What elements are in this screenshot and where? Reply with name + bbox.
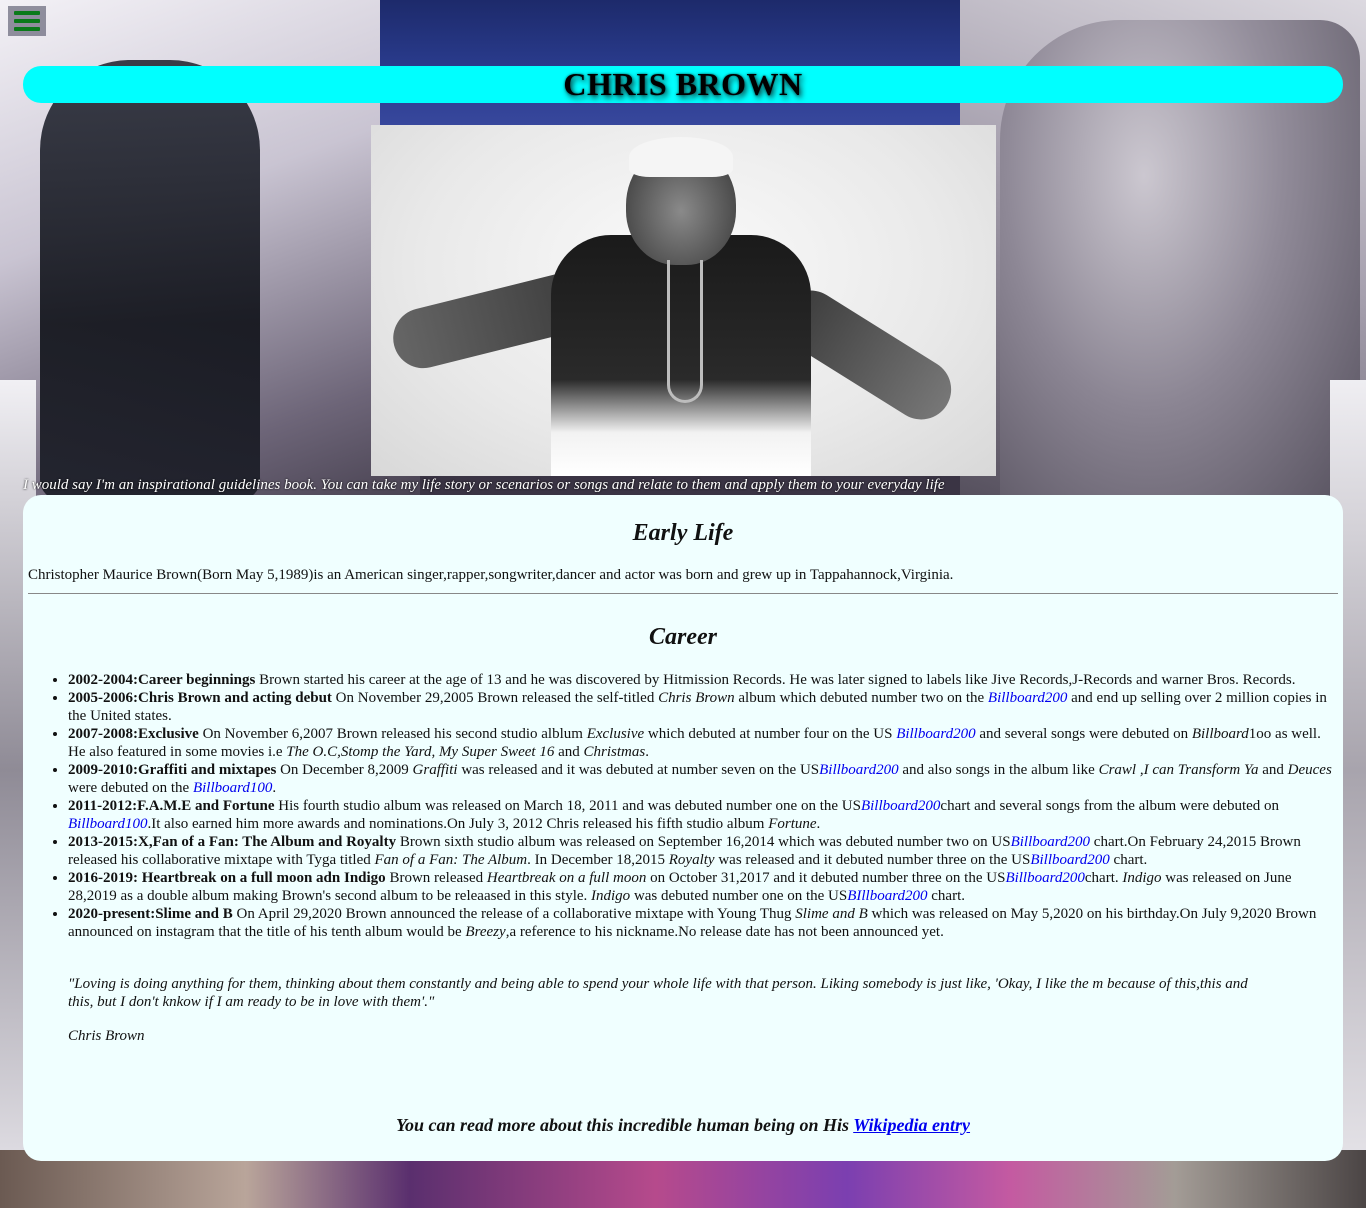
career-item: 2005-2006:Chris Brown and acting debut O… bbox=[68, 689, 1338, 725]
chart-name: Billboard bbox=[1191, 726, 1249, 742]
career-item-text: . bbox=[816, 816, 821, 832]
career-item-text: and bbox=[554, 744, 584, 760]
album-title: Breezy bbox=[465, 924, 506, 940]
career-item: 2011-2012:F.A.M.E and Fortune His fourth… bbox=[68, 797, 1338, 833]
career-item: 2007-2008:Exclusive On November 6,2007 B… bbox=[68, 725, 1338, 761]
section-divider bbox=[28, 593, 1338, 594]
song-titles: Crawl ,I can Transform Ya bbox=[1098, 762, 1259, 778]
career-item-text: and several songs were debuted on bbox=[975, 726, 1192, 742]
album-title: Royalty bbox=[668, 852, 715, 868]
billboard-link[interactable]: Billboard200 bbox=[819, 762, 898, 778]
career-item-text: and also songs in the album like bbox=[898, 762, 1099, 778]
billboard-link[interactable]: Billboard200 bbox=[861, 798, 940, 814]
menu-bar bbox=[14, 19, 40, 23]
career-item: 2002-2004:Career beginnings Brown starte… bbox=[68, 671, 1338, 689]
movie-titles: The O.C,Stomp the Yard, My Super Sweet 1… bbox=[286, 744, 555, 760]
song-title: Deuces bbox=[1287, 762, 1332, 778]
billboard-link[interactable]: Billboard200 bbox=[1005, 870, 1084, 886]
career-item-text: which debuted at number four on the US bbox=[644, 726, 897, 742]
footer-text: You can read more about this incredible … bbox=[395, 1115, 854, 1135]
album-title: Indigo bbox=[1122, 870, 1162, 886]
early-life-text: Christopher Maurice Brown(Born May 5,198… bbox=[28, 567, 954, 583]
career-item-text: . bbox=[645, 744, 649, 760]
movie-title: Christmas bbox=[583, 744, 646, 760]
career-item-text: ,a reference to his nickname.No release … bbox=[505, 924, 944, 940]
career-item-text: on October 31,2017 and it debuted number… bbox=[646, 870, 1006, 886]
career-heading: Career bbox=[649, 624, 717, 650]
portrait-hair bbox=[629, 137, 733, 177]
portrait-chain bbox=[667, 260, 703, 403]
career-item-text: On November 29,2005 Brown released the s… bbox=[331, 690, 659, 706]
album-title: Heartbreak on a full moon bbox=[486, 870, 647, 886]
career-item-text: . In December 18,2015 bbox=[527, 852, 669, 868]
billboard-link[interactable]: Billboard200 bbox=[1011, 834, 1090, 850]
hero-portrait-image bbox=[371, 125, 996, 476]
early-life-heading: Early Life bbox=[632, 520, 734, 546]
quote-block: "Loving is doing anything for them, thin… bbox=[68, 975, 1253, 1045]
career-item: 2013-2015:X,Fan of a Fan: The Album and … bbox=[68, 833, 1338, 869]
career-item-text: were debuted on the bbox=[68, 780, 193, 796]
career-item-text: chart and several songs from the album w… bbox=[940, 798, 1280, 814]
tagline: I would say I'm an inspirational guideli… bbox=[23, 477, 945, 493]
album-title: Indigo bbox=[591, 888, 631, 904]
quote-text: "Loving is doing anything for them, thin… bbox=[68, 976, 1248, 1010]
album-title: Fortune bbox=[768, 816, 817, 832]
hamburger-menu-icon[interactable] bbox=[8, 6, 46, 36]
album-title: Exclusive bbox=[586, 726, 645, 742]
content-card: Early Life Christopher Maurice Brown(Bor… bbox=[23, 495, 1343, 1161]
career-item-title: 2007-2008:Exclusive bbox=[68, 726, 199, 742]
album-title: Chris Brown bbox=[658, 690, 735, 706]
album-title: Fan of a Fan: The Album bbox=[374, 852, 528, 868]
career-item-text: chart. bbox=[1109, 852, 1148, 868]
career-item-title: 2013-2015:X,Fan of a Fan: The Album and … bbox=[68, 834, 397, 850]
menu-bar bbox=[14, 27, 40, 31]
album-title: Graffiti bbox=[412, 762, 458, 778]
menu-bar bbox=[14, 11, 40, 15]
career-item-text: On December 8,2009 bbox=[276, 762, 413, 778]
wikipedia-link[interactable]: Wikipedia entry bbox=[853, 1115, 970, 1135]
career-item-text: album which debuted number two on the bbox=[734, 690, 988, 706]
career-list: 2002-2004:Career beginnings Brown starte… bbox=[28, 671, 1338, 941]
career-item-text: was debuted number one on the US bbox=[630, 888, 848, 904]
career-item: 2009-2010:Graffiti and mixtapes On Decem… bbox=[68, 761, 1338, 797]
career-item-title: 2016-2019: Heartbreak on a full moon adn… bbox=[68, 870, 386, 886]
billboard-link[interactable]: Billboard100 bbox=[193, 780, 272, 796]
career-item-text: On November 6,2007 Brown released his se… bbox=[198, 726, 587, 742]
career-item-title: 2009-2010:Graffiti and mixtapes bbox=[68, 762, 277, 778]
career-item-text: On April 29,2020 Brown announced the rel… bbox=[232, 906, 796, 922]
page-title: CHRIS BROWN bbox=[563, 66, 803, 102]
career-item-title: 2005-2006:Chris Brown and acting debut bbox=[68, 690, 332, 706]
billboard-link[interactable]: Billboard100 bbox=[68, 816, 147, 832]
career-item-text: was released and it was debuted at numbe… bbox=[457, 762, 820, 778]
career-item-title: 2011-2012:F.A.M.E and Fortune bbox=[68, 798, 275, 814]
billboard-link[interactable]: Billboard200 bbox=[896, 726, 975, 742]
career-item-text: Brown released bbox=[385, 870, 487, 886]
career-item-text: chart. bbox=[1084, 870, 1123, 886]
career-item-text: was released and it debuted number three… bbox=[714, 852, 1031, 868]
career-item-text: chart. bbox=[927, 888, 965, 904]
quote-author: Chris Brown bbox=[68, 1028, 145, 1044]
title-bar: CHRIS BROWN bbox=[23, 66, 1343, 103]
career-item-text: His fourth studio album was released on … bbox=[274, 798, 861, 814]
career-item-text: Brown started his career at the age of 1… bbox=[255, 672, 1296, 688]
career-item-text: Brown sixth studio album was released on… bbox=[396, 834, 1011, 850]
career-item-text: .It also earned him more awards and nomi… bbox=[147, 816, 769, 832]
billboard-link[interactable]: Billboard200 bbox=[1030, 852, 1109, 868]
career-item-title: 2002-2004:Career beginnings bbox=[68, 672, 256, 688]
career-item: 2016-2019: Heartbreak on a full moon adn… bbox=[68, 869, 1338, 905]
career-item-title: 2020-present:Slime and B bbox=[68, 906, 233, 922]
billboard-link[interactable]: Billboard200 bbox=[988, 690, 1067, 706]
billboard-link[interactable]: BIllboard200 bbox=[847, 888, 927, 904]
album-title: Slime and B bbox=[795, 906, 868, 922]
career-item: 2020-present:Slime and B On April 29,202… bbox=[68, 905, 1338, 941]
career-item-text: and bbox=[1258, 762, 1288, 778]
career-item-text: . bbox=[272, 780, 277, 796]
footer-line: You can read more about this incredible … bbox=[23, 1115, 1343, 1136]
background-figure-left bbox=[40, 60, 260, 500]
